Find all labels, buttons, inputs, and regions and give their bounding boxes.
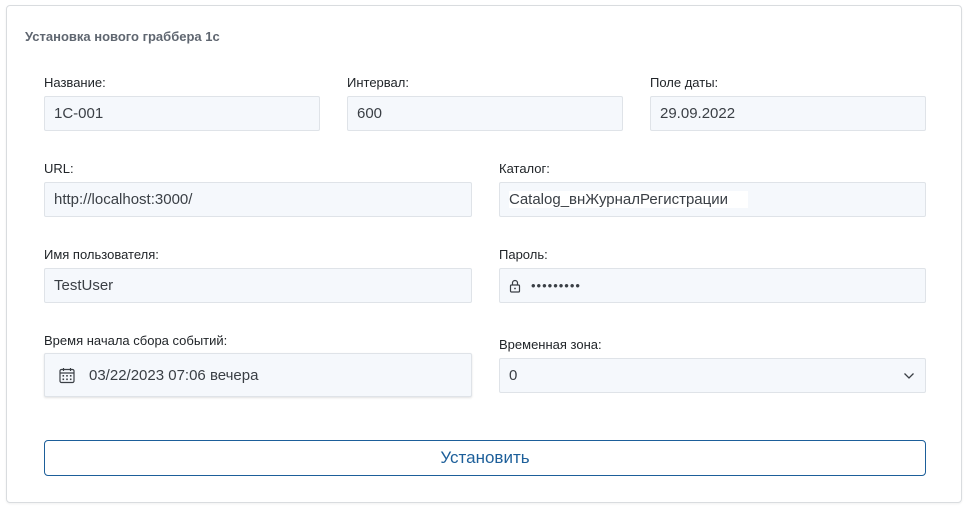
timezone-label: Временная зона:	[499, 337, 602, 352]
catalog-value: Catalog_внЖурналРегистрации	[509, 191, 748, 208]
url-value: http://localhost:3000/	[54, 191, 193, 208]
start-time-input[interactable]: 03/22/2023 07:06 вечера	[44, 353, 472, 397]
start-time-label: Время начала сбора событий:	[44, 333, 228, 348]
interval-input[interactable]: 600	[347, 96, 623, 131]
grabber-setup-card: Установка нового граббера 1с Название: 1…	[6, 5, 962, 503]
username-input[interactable]: TestUser	[44, 268, 472, 303]
interval-label: Интервал:	[347, 75, 409, 90]
interval-value: 600	[357, 105, 383, 122]
name-value: 1С-001	[54, 105, 104, 122]
password-label: Пароль:	[499, 247, 548, 262]
start-time-value: 03/22/2023 07:06 вечера	[89, 366, 259, 384]
username-label: Имя пользователя:	[44, 247, 159, 262]
date-field-label: Поле даты:	[650, 75, 719, 90]
chevron-down-icon	[903, 372, 915, 380]
timezone-value: 0	[509, 367, 518, 384]
catalog-label: Каталог:	[499, 161, 550, 176]
calendar-icon[interactable]	[59, 367, 75, 384]
username-value: TestUser	[54, 277, 114, 294]
password-input[interactable]: •••••••••	[499, 268, 926, 303]
name-input[interactable]: 1С-001	[44, 96, 320, 131]
catalog-input[interactable]: Catalog_внЖурналРегистрации	[499, 182, 926, 217]
url-label: URL:	[44, 161, 74, 176]
timezone-select[interactable]: 0	[499, 358, 926, 393]
url-input[interactable]: http://localhost:3000/	[44, 182, 472, 217]
date-field-value: 29.09.2022	[660, 105, 736, 122]
password-value: •••••••••	[531, 278, 581, 293]
lock-icon	[509, 279, 521, 293]
card-title: Установка нового граббера 1с	[25, 29, 220, 44]
date-field-input[interactable]: 29.09.2022	[650, 96, 926, 131]
submit-button[interactable]: Установить	[44, 440, 926, 476]
name-label: Название:	[44, 75, 106, 90]
